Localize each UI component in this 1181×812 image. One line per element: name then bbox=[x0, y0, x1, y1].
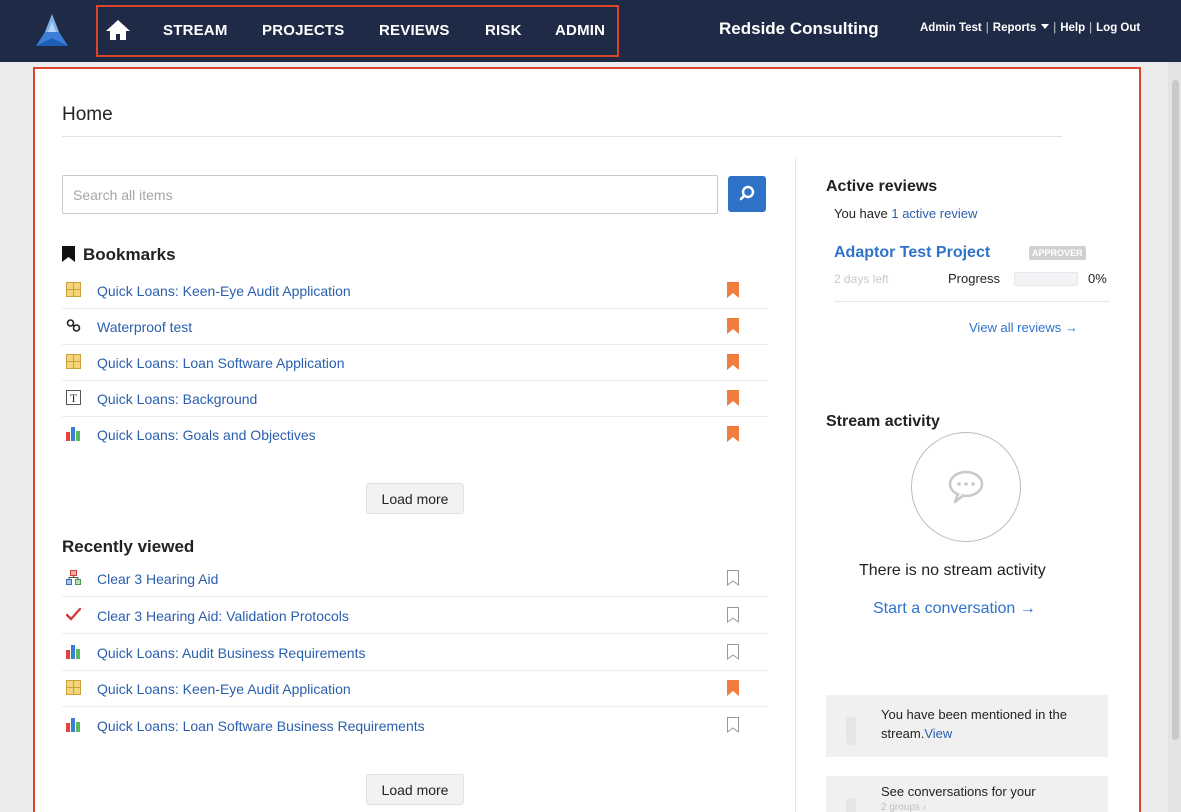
nav-projects[interactable]: PROJECTS bbox=[262, 22, 344, 39]
review-project-link[interactable]: Adaptor Test Project bbox=[834, 244, 990, 262]
list-item: T Quick Loans: Background bbox=[62, 381, 768, 417]
grid-icon bbox=[66, 282, 81, 297]
list-item-link[interactable]: Clear 3 Hearing Aid: Validation Protocol… bbox=[97, 608, 349, 624]
list-item-link[interactable]: Quick Loans: Keen-Eye Audit Application bbox=[97, 681, 351, 697]
list-item-link[interactable]: Quick Loans: Loan Software Application bbox=[97, 355, 345, 371]
top-nav-bar: STREAM PROJECTS REVIEWS RISK ADMIN Redsi… bbox=[0, 0, 1181, 62]
groups-link[interactable]: 2 groups › bbox=[881, 802, 926, 812]
bookmark-outline-icon[interactable] bbox=[727, 607, 739, 623]
bookmark-outline-icon[interactable] bbox=[727, 717, 739, 733]
column-divider bbox=[795, 158, 796, 812]
svg-text:T: T bbox=[70, 391, 78, 405]
view-all-reviews-link[interactable]: View all reviews → bbox=[969, 320, 1078, 335]
start-conversation-link[interactable]: Start a conversation → bbox=[873, 600, 1036, 618]
bookmark-outline-icon[interactable] bbox=[727, 644, 739, 660]
reports-label: Reports bbox=[992, 22, 1037, 34]
bar-chart-icon bbox=[66, 718, 80, 732]
chat-bubble-icon bbox=[948, 470, 984, 504]
load-more-recent-button[interactable]: Load more bbox=[366, 774, 464, 805]
list-item-link[interactable]: Clear 3 Hearing Aid bbox=[97, 571, 218, 587]
bookmark-icon bbox=[62, 246, 75, 262]
groups-notice: See conversations for your 2 groups › bbox=[826, 776, 1108, 812]
mention-view-link[interactable]: View bbox=[924, 726, 952, 741]
nav-stream[interactable]: STREAM bbox=[163, 22, 228, 39]
list-item-link[interactable]: Waterproof test bbox=[97, 319, 192, 335]
checkmark-icon bbox=[66, 607, 81, 621]
mention-notice: You have been mentioned in the stream.Vi… bbox=[826, 695, 1108, 757]
hierarchy-icon bbox=[66, 570, 81, 585]
bookmark-filled-icon[interactable] bbox=[727, 318, 739, 334]
stream-empty-message: There is no stream activity bbox=[859, 562, 1046, 579]
separator: | bbox=[1053, 22, 1057, 34]
mention-text-block: You have been mentioned in the stream.Vi… bbox=[881, 705, 1096, 743]
search-icon bbox=[739, 185, 755, 201]
bookmark-filled-icon[interactable] bbox=[727, 354, 739, 370]
days-left: 2 days left bbox=[834, 272, 889, 286]
bookmark-outline-icon[interactable] bbox=[727, 570, 739, 586]
app-logo[interactable] bbox=[32, 12, 72, 50]
search-input[interactable] bbox=[62, 175, 718, 214]
user-menu[interactable]: Admin Test bbox=[920, 22, 982, 34]
list-item: Quick Loans: Audit Business Requirements bbox=[62, 635, 768, 671]
bookmark-filled-icon[interactable] bbox=[727, 426, 739, 442]
role-badge: APPROVER bbox=[1029, 246, 1086, 260]
search-button[interactable] bbox=[728, 176, 766, 212]
stream-empty-illustration bbox=[911, 432, 1021, 542]
groups-text: See conversations for your bbox=[881, 784, 1036, 799]
bookmark-filled-icon[interactable] bbox=[727, 390, 739, 406]
list-item: Quick Loans: Loan Software Application bbox=[62, 345, 768, 381]
stream-activity-title: Stream activity bbox=[826, 413, 940, 430]
grid-icon bbox=[66, 680, 81, 695]
link-icon bbox=[66, 319, 81, 332]
nav-risk[interactable]: RISK bbox=[485, 22, 522, 39]
mention-icon bbox=[846, 717, 856, 745]
list-item-link[interactable]: Quick Loans: Audit Business Requirements bbox=[97, 645, 365, 661]
list-item-link[interactable]: Quick Loans: Keen-Eye Audit Application bbox=[97, 283, 351, 299]
separator: | bbox=[1089, 22, 1093, 34]
divider bbox=[62, 136, 1062, 137]
load-more-bookmarks-button[interactable]: Load more bbox=[366, 483, 464, 514]
list-item: Quick Loans: Loan Software Business Requ… bbox=[62, 708, 768, 744]
list-item: Quick Loans: Keen-Eye Audit Application bbox=[62, 671, 768, 707]
progress-percent: 0% bbox=[1088, 271, 1107, 286]
mention-text: You have been mentioned in the stream. bbox=[881, 707, 1068, 741]
list-item-link[interactable]: Quick Loans: Loan Software Business Requ… bbox=[97, 718, 425, 734]
progress-bar bbox=[1014, 272, 1078, 286]
list-item: Quick Loans: Keen-Eye Audit Application bbox=[62, 273, 768, 309]
list-item: Waterproof test bbox=[62, 309, 768, 345]
company-name: Redside Consulting bbox=[719, 19, 879, 38]
bookmarks-title: Bookmarks bbox=[83, 245, 176, 264]
logout-link[interactable]: Log Out bbox=[1096, 22, 1140, 34]
bar-chart-icon bbox=[66, 427, 80, 441]
nav-admin[interactable]: ADMIN bbox=[555, 22, 605, 39]
bookmark-filled-icon[interactable] bbox=[727, 680, 739, 696]
bar-chart-icon bbox=[66, 645, 80, 659]
grid-icon bbox=[66, 354, 81, 369]
home-icon[interactable] bbox=[105, 17, 131, 43]
bookmark-filled-icon[interactable] bbox=[727, 282, 739, 298]
active-review-count-link[interactable]: 1 active review bbox=[891, 206, 977, 221]
list-item: Clear 3 Hearing Aid: Validation Protocol… bbox=[62, 598, 768, 634]
list-item-link[interactable]: Quick Loans: Background bbox=[97, 391, 257, 407]
help-link[interactable]: Help bbox=[1060, 22, 1085, 34]
chevron-down-icon bbox=[1041, 24, 1050, 29]
list-item: Clear 3 Hearing Aid bbox=[62, 561, 768, 597]
active-reviews-title: Active reviews bbox=[826, 178, 938, 195]
nav-reviews[interactable]: REVIEWS bbox=[379, 22, 450, 39]
scrollbar-thumb[interactable] bbox=[1172, 80, 1179, 740]
divider bbox=[834, 301, 1110, 302]
separator: | bbox=[985, 22, 989, 34]
user-links: Admin Test | Reports | Help | Log Out bbox=[920, 22, 1140, 34]
list-item-link[interactable]: Quick Loans: Goals and Objectives bbox=[97, 427, 316, 443]
summary-text: You have bbox=[834, 206, 892, 221]
reports-menu[interactable]: Reports bbox=[992, 22, 1050, 34]
active-reviews-summary: You have 1 active review bbox=[834, 206, 977, 221]
recently-viewed-title: Recently viewed bbox=[62, 537, 195, 556]
groups-icon bbox=[846, 798, 856, 812]
progress-label: Progress bbox=[948, 271, 1001, 286]
text-icon: T bbox=[66, 390, 81, 405]
list-item: Quick Loans: Goals and Objectives bbox=[62, 417, 768, 453]
page-title: Home bbox=[62, 104, 113, 125]
